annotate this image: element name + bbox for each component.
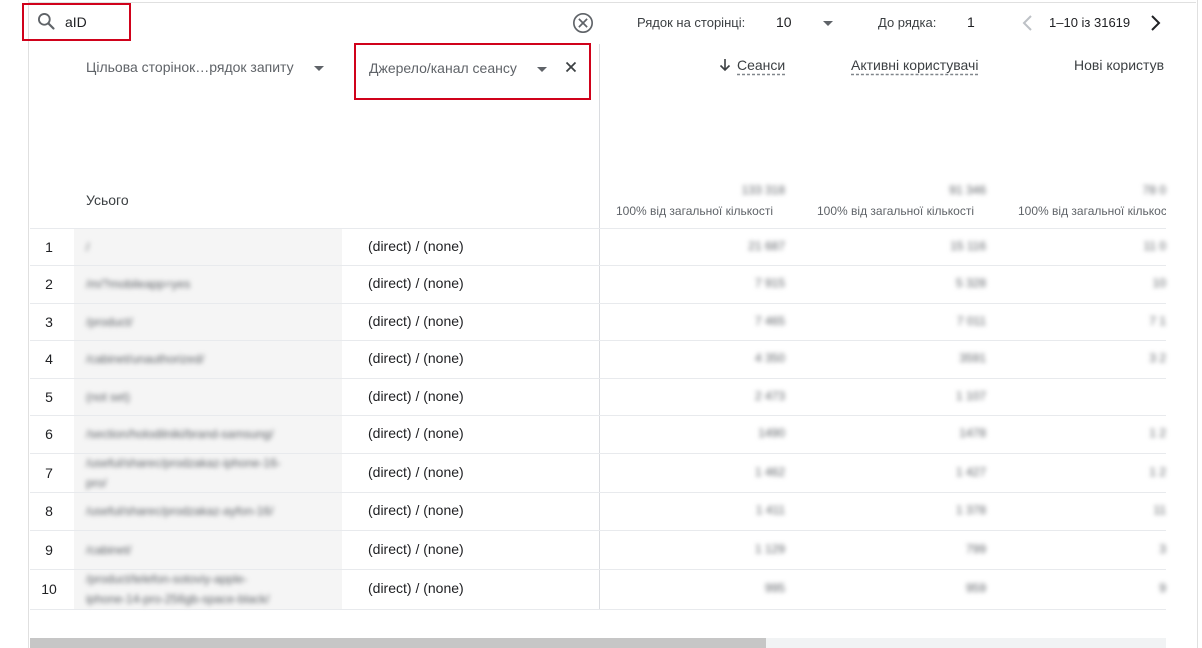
landing-page-cell[interactable]: (not set) xyxy=(86,387,336,407)
source-medium-cell[interactable]: (direct) / (none) xyxy=(368,502,464,518)
dimension-header-landing-page[interactable]: Цільова сторінок…рядок запиту xyxy=(86,59,294,75)
sessions-cell: 21 687 xyxy=(748,238,785,253)
row-number: 9 xyxy=(45,541,53,558)
active-users-cell: 1478 xyxy=(959,426,986,440)
row-divider xyxy=(30,609,1166,610)
source-medium-cell[interactable]: (direct) / (none) xyxy=(368,275,464,291)
total-sessions: 133 318 xyxy=(741,183,785,197)
next-page-icon[interactable] xyxy=(1147,12,1163,34)
sessions-cell: 1 411 xyxy=(755,503,785,517)
active-users-cell: 15 116 xyxy=(950,238,986,253)
active-users-cell: 1 378 xyxy=(955,503,986,517)
page-range-text: 1–10 із 31619 xyxy=(1049,15,1131,30)
new-users-cell: 11 0 xyxy=(1143,238,1166,253)
source-medium-cell[interactable]: (direct) / (none) xyxy=(368,580,464,596)
active-users-cell: 1 107 xyxy=(955,388,986,403)
landing-page-cell[interactable]: /product/ xyxy=(86,312,336,332)
total-active-users: 91 346 xyxy=(949,183,986,197)
new-users-cell: 3 2 xyxy=(1149,351,1166,365)
column-divider xyxy=(599,44,600,609)
row-number: 3 xyxy=(45,313,53,330)
source-medium-cell[interactable]: (direct) / (none) xyxy=(368,388,464,404)
sessions-cell: 995 xyxy=(764,581,785,595)
sessions-cell: 7 465 xyxy=(754,313,785,328)
rows-per-page-select[interactable]: 10 xyxy=(776,14,792,30)
metric-header-active-users[interactable]: Активні користувачі xyxy=(851,57,978,73)
row-number: 2 xyxy=(45,276,53,292)
horizontal-scrollbar-thumb[interactable] xyxy=(30,638,766,648)
new-users-cell: 11 xyxy=(1153,503,1166,517)
new-users-cell: 7 1 xyxy=(1149,313,1166,328)
row-number: 8 xyxy=(45,503,53,519)
row-number: 6 xyxy=(45,426,53,442)
landing-page-cell[interactable]: / xyxy=(86,237,336,257)
source-medium-cell[interactable]: (direct) / (none) xyxy=(368,425,464,441)
dimension-highlight-box xyxy=(354,43,591,100)
new-users-cell: 3 xyxy=(1159,541,1166,556)
rows-per-page-label: Рядок на сторінці: xyxy=(637,15,746,30)
sort-descending-arrow-icon[interactable] xyxy=(719,58,731,72)
metric-header-sessions[interactable]: Сеанси xyxy=(737,57,785,73)
sessions-cell: 1 129 xyxy=(754,541,785,556)
sessions-cell: 7 915 xyxy=(754,276,785,290)
dimension1-dropdown-icon[interactable] xyxy=(314,66,324,71)
landing-page-cell[interactable]: /useful/sharec/prodzakaz-iphone-16- xyxy=(86,453,336,473)
toolbar-divider xyxy=(28,2,1196,3)
rows-per-page-dropdown-icon[interactable] xyxy=(823,21,833,26)
total-new-users: 78 0 xyxy=(1142,183,1166,197)
active-users-cell: 3591 xyxy=(959,351,986,365)
row-number: 5 xyxy=(45,388,53,405)
active-users-cell: 959 xyxy=(965,581,986,595)
row-number: 7 xyxy=(45,464,53,481)
source-medium-cell[interactable]: (direct) / (none) xyxy=(368,541,464,557)
clear-search-icon[interactable] xyxy=(572,12,594,34)
new-users-cell: 9 xyxy=(1159,581,1166,595)
source-medium-cell[interactable]: (direct) / (none) xyxy=(368,313,464,329)
landing-page-cell[interactable]: /product/telefon-sotoviy-apple- xyxy=(86,569,336,589)
new-users-cell: 1 2 xyxy=(1149,464,1166,479)
active-users-cell: 5 328 xyxy=(955,276,986,290)
landing-page-cell[interactable]: /useful/sharec/prodzakaz-ayfon-16/ xyxy=(86,501,336,521)
totals-label: Усього xyxy=(86,192,129,208)
new-users-cell: 10 xyxy=(1152,276,1166,290)
previous-page-icon[interactable] xyxy=(1020,12,1036,34)
landing-page-cell[interactable]: /m/?mobileapp=yes xyxy=(86,274,336,294)
total-new-users-pct: 100% від загальної кількос xyxy=(1018,204,1166,218)
landing-page-cell[interactable]: /cabinet/ xyxy=(86,540,336,560)
sessions-cell: 2 473 xyxy=(754,388,785,403)
source-medium-cell[interactable]: (direct) / (none) xyxy=(368,464,464,480)
active-users-cell: 799 xyxy=(965,541,986,556)
total-active-users-pct: 100% від загальної кількості xyxy=(817,204,974,218)
landing-page-cell-cont[interactable]: iphone-14-pro-256gb-space-black/ xyxy=(86,589,336,609)
metric-header-new-users[interactable]: Нові користув xyxy=(1074,57,1166,73)
total-sessions-pct: 100% від загальної кількості xyxy=(616,204,773,218)
row-number: 4 xyxy=(45,351,53,367)
landing-page-cell[interactable]: /cabinet/unauthorized/ xyxy=(86,349,336,369)
source-medium-cell[interactable]: (direct) / (none) xyxy=(368,238,464,254)
sessions-cell: 4 350 xyxy=(754,351,785,365)
search-highlight-box xyxy=(22,3,131,41)
row-number: 1 xyxy=(45,238,53,255)
active-users-cell: 7 011 xyxy=(956,313,986,328)
sessions-cell: 1490 xyxy=(758,426,785,440)
landing-page-cell[interactable]: /section/holodilniki/brand-samsung/ xyxy=(86,424,336,444)
goto-row-input[interactable]: 1 xyxy=(967,14,975,30)
goto-row-label: До рядка: xyxy=(878,15,937,30)
new-users-cell: 1 2 xyxy=(1149,426,1166,440)
sessions-cell: 1 462 xyxy=(754,464,785,479)
landing-page-cell-cont[interactable]: pro/ xyxy=(86,473,336,493)
source-medium-cell[interactable]: (direct) / (none) xyxy=(368,350,464,366)
row-number: 10 xyxy=(41,581,57,597)
active-users-cell: 1 427 xyxy=(955,464,986,479)
